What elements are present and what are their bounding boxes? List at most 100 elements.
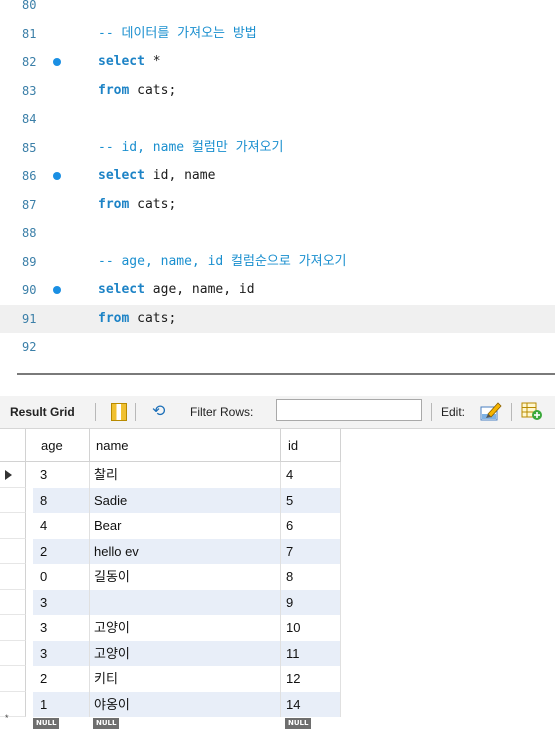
add-row-icon[interactable] — [521, 402, 543, 421]
code-line[interactable]: 83 from cats; — [0, 77, 555, 106]
code-text: select id, name — [98, 162, 215, 191]
row-selector[interactable] — [0, 589, 26, 615]
row-selector[interactable] — [0, 462, 26, 488]
cell-id[interactable]: 7 — [281, 538, 341, 564]
cell-age[interactable]: 3 — [33, 640, 90, 666]
table-row[interactable]: 2 hello ev 7 — [0, 538, 555, 564]
column-header-name[interactable]: name — [90, 429, 281, 462]
table-row[interactable]: 3 찰리 4 — [0, 462, 555, 488]
table-row[interactable]: 2 키티 12 — [0, 666, 555, 692]
result-grid-title[interactable]: Result Grid — [10, 405, 75, 419]
cell-age[interactable]: 3 — [33, 462, 90, 488]
cell-name[interactable] — [90, 589, 281, 615]
cell-id[interactable]: 4 — [281, 462, 341, 488]
code-line[interactable]: 81 -- 데이터를 가져오는 방법 — [0, 20, 555, 49]
cell-age[interactable]: 3 — [33, 615, 90, 641]
line-number: 87 — [22, 197, 37, 212]
table-row[interactable]: 4 Bear 6 — [0, 513, 555, 539]
line-number: 89 — [22, 254, 37, 269]
cell-id[interactable]: 5 — [281, 487, 341, 513]
filter-rows-input[interactable] — [276, 399, 422, 421]
edit-label: Edit: — [441, 405, 466, 419]
toolbar-separator — [95, 403, 96, 421]
cell-id[interactable]: 10 — [281, 615, 341, 641]
cell-name[interactable]: 길동이 — [90, 564, 281, 590]
table-row[interactable]: 1 야옹이 14 — [0, 691, 555, 717]
cell-age[interactable]: 3 — [33, 589, 90, 615]
null-badge-age[interactable]: NULL — [33, 718, 60, 729]
cell-name[interactable]: 찰리 — [90, 462, 281, 488]
header-spacer — [26, 429, 33, 462]
row-selector[interactable] — [0, 691, 26, 717]
line-number: 88 — [22, 226, 37, 240]
grid-layout-icon[interactable] — [111, 403, 127, 421]
table-row[interactable]: 3 고양이 10 — [0, 615, 555, 641]
table-row[interactable]: 8 Sadie 5 — [0, 487, 555, 513]
cell-age[interactable]: 8 — [33, 487, 90, 513]
cell-id[interactable]: 9 — [281, 589, 341, 615]
cell-id[interactable]: 8 — [281, 564, 341, 590]
table-row[interactable]: 3 고양이 11 — [0, 640, 555, 666]
row-selector[interactable] — [0, 564, 26, 590]
line-number: 84 — [22, 112, 37, 126]
line-number: 85 — [22, 140, 37, 155]
cell-name[interactable]: 야옹이 — [90, 691, 281, 717]
cell-age[interactable]: 2 — [33, 666, 90, 692]
sql-comment: -- age, name, id 컬럼순으로 가져오기 — [98, 253, 347, 269]
sql-keyword: select — [98, 168, 145, 183]
row-selector[interactable] — [0, 640, 26, 666]
code-line[interactable]: 91 from cats; — [0, 304, 555, 333]
cell-age[interactable]: 4 — [33, 513, 90, 539]
null-badge-name[interactable]: NULL — [93, 718, 120, 729]
code-line[interactable]: 88 — [0, 219, 555, 248]
cell-name[interactable]: 고양이 — [90, 615, 281, 641]
column-header-age[interactable]: age — [33, 429, 90, 462]
sql-editor[interactable]: 80 81 -- 데이터를 가져오는 방법 82 select * 83 from cats… — [0, 0, 555, 362]
cell-id[interactable]: 6 — [281, 513, 341, 539]
refresh-icon[interactable]: ⟲ — [152, 401, 165, 421]
cell-age[interactable]: 2 — [33, 538, 90, 564]
statement-marker-icon[interactable] — [53, 172, 61, 180]
sql-text: age, name, id — [144, 282, 255, 297]
cell-name[interactable]: 고양이 — [90, 640, 281, 666]
code-text: select age, name, id — [98, 276, 255, 305]
row-selector[interactable] — [0, 513, 26, 539]
code-line[interactable]: 86 select id, name — [0, 162, 555, 191]
toolbar-separator — [431, 403, 432, 421]
row-selector[interactable] — [0, 538, 26, 564]
code-line[interactable]: 82 select * — [0, 48, 555, 77]
code-line[interactable]: 84 — [0, 105, 555, 134]
cell-id[interactable]: 11 — [281, 640, 341, 666]
cell-age[interactable]: 1 — [33, 691, 90, 717]
cell-name[interactable]: Sadie — [90, 487, 281, 513]
cell-id[interactable]: 14 — [281, 691, 341, 717]
row-selector[interactable] — [0, 615, 26, 641]
sql-keyword: from — [98, 82, 130, 98]
code-line[interactable]: 89 -- age, name, id 컬럼순으로 가져오기 — [0, 248, 555, 277]
panel-splitter[interactable] — [0, 362, 555, 386]
code-line[interactable]: 80 — [0, 0, 555, 20]
result-grid[interactable]: age name id 3 찰리 4 8 Sadie 5 4 Bear 6 2 hello ev 7 0… — [0, 429, 555, 735]
row-selector[interactable] — [0, 487, 26, 513]
cell-id[interactable]: 12 — [281, 666, 341, 692]
cell-name[interactable]: 키티 — [90, 666, 281, 692]
code-line[interactable]: 85 -- id, name 컬럼만 가져오기 — [0, 134, 555, 163]
cell-name[interactable]: Bear — [90, 513, 281, 539]
table-row[interactable]: 39 — [0, 589, 555, 615]
line-number: 91 — [22, 311, 37, 326]
table-row[interactable]: 0 길동이 8 — [0, 564, 555, 590]
code-line[interactable]: 90 select age, name, id — [0, 276, 555, 305]
result-toolbar: Result Grid ⟲ Filter Rows: Edit: — [0, 396, 555, 429]
code-line[interactable]: 87 from cats; — [0, 191, 555, 220]
column-header-id[interactable]: id — [281, 429, 341, 462]
cell-age[interactable]: 0 — [33, 564, 90, 590]
cell-name[interactable]: hello ev — [90, 538, 281, 564]
edit-pencil-icon[interactable] — [480, 401, 502, 421]
splitter-bar[interactable] — [17, 373, 555, 375]
row-selector[interactable] — [0, 666, 26, 692]
code-line[interactable]: 92 — [0, 333, 555, 362]
statement-marker-icon[interactable] — [53, 286, 61, 294]
grid-header: age name id — [0, 429, 555, 462]
null-badge-id[interactable]: NULL — [285, 718, 312, 729]
statement-marker-icon[interactable] — [53, 58, 61, 66]
